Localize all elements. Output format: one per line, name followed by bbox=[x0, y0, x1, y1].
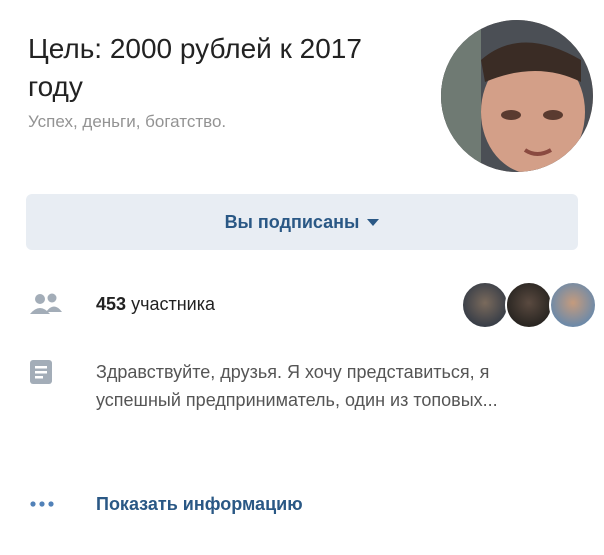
members-row[interactable]: 453 участника bbox=[28, 290, 215, 318]
people-icon bbox=[28, 290, 68, 318]
member-avatar bbox=[549, 281, 597, 329]
group-title: Цель: 2000 рублей к 2017 году bbox=[28, 33, 362, 102]
members-label: участника bbox=[131, 294, 215, 314]
avatar-photo bbox=[441, 20, 593, 172]
subscribed-label: Вы подписаны bbox=[224, 211, 360, 232]
about-text: Здравствуйте, друзья. Я хочу представить… bbox=[96, 362, 498, 410]
more-dots-icon bbox=[28, 490, 68, 518]
members-count: 453 bbox=[96, 294, 127, 314]
about-row: Здравствуйте, друзья. Я хочу представить… bbox=[28, 358, 536, 414]
show-info-link[interactable]: Показать информацию bbox=[96, 490, 303, 518]
group-header: Цель: 2000 рублей к 2017 году Успех, ден… bbox=[28, 30, 398, 132]
group-avatar[interactable] bbox=[441, 20, 593, 172]
group-status: Успех, деньги, богатство. bbox=[28, 112, 227, 131]
member-avatar bbox=[461, 281, 509, 329]
member-avatar bbox=[505, 281, 553, 329]
show-info-row[interactable]: Показать информацию bbox=[28, 490, 303, 518]
subscribed-button[interactable]: Вы подписаны bbox=[26, 194, 578, 250]
member-avatars[interactable] bbox=[461, 281, 597, 329]
document-icon bbox=[28, 358, 68, 386]
caret-down-icon bbox=[367, 218, 380, 226]
